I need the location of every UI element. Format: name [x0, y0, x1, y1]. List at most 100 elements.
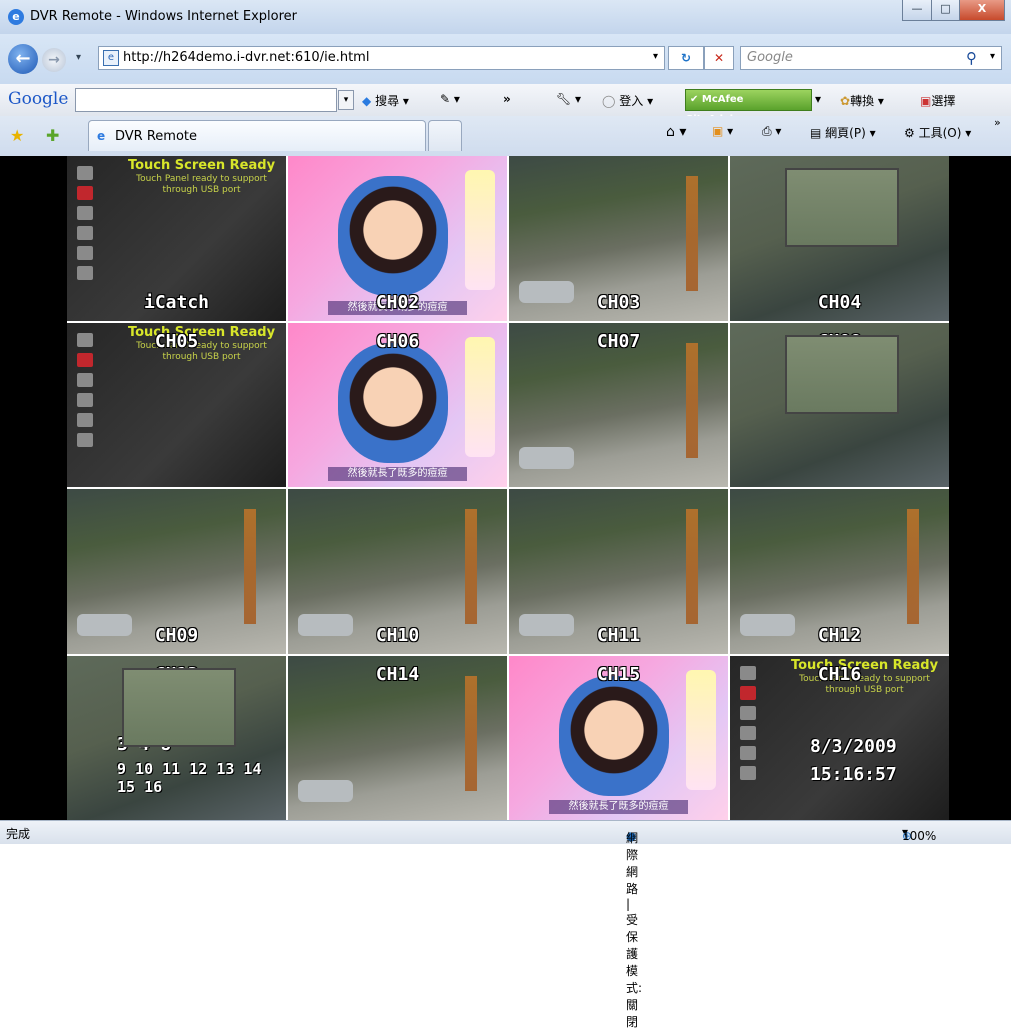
wrench-button[interactable]: 🔧︎ ▾ — [556, 92, 581, 106]
wrench-icon: 🔧︎ — [556, 92, 572, 106]
select-button[interactable]: ▣選擇 — [920, 92, 955, 109]
camera-tile[interactable]: Touch Screen Ready Touch Panel ready to s… — [67, 156, 286, 321]
dvr-viewer: Touch Screen Ready Touch Panel ready to s… — [0, 156, 1011, 820]
channel-label: CH04 — [817, 291, 862, 313]
tab-dvr-remote[interactable]: e DVR Remote — [88, 120, 426, 151]
more-button[interactable]: » — [503, 92, 511, 106]
camera-tile[interactable]: 然後就長了既多的痘痘 CH02 — [288, 156, 507, 321]
video-caption: 然後就長了既多的痘痘 — [328, 467, 467, 481]
channel-label: CH02 — [375, 291, 420, 313]
camera-tile[interactable]: CH04 — [730, 156, 949, 321]
camera-tile[interactable]: CH13 3 4 8 9 10 11 12 13 14 15 16 — [67, 655, 286, 820]
ie-logo-icon: e — [8, 9, 24, 25]
page-menu-icon: ▤ — [810, 126, 822, 140]
camera-tile[interactable]: Touch Screen Ready Touch Panel ready to s… — [67, 322, 286, 487]
video-frame — [559, 675, 669, 796]
camera-tile[interactable]: 然後就長了既多的痘痘 CH06 — [288, 322, 507, 487]
tools-menu[interactable]: ⚙ 工具(O) ▾ — [904, 124, 971, 141]
ie-page-icon: e — [97, 129, 106, 143]
siteadvisor-button[interactable]: ✔ McAfee SiteAdvisor — [685, 89, 812, 125]
dvr-time: 15:16:57 — [810, 763, 897, 785]
favorites-star-icon[interactable]: ★ — [10, 126, 24, 145]
add-favorites-icon[interactable]: ✚ — [46, 126, 59, 145]
channel-label: CH11 — [596, 624, 641, 646]
translate-button[interactable]: ✿轉換 ▾ — [840, 92, 884, 109]
google-search-input[interactable] — [75, 88, 337, 112]
history-dropdown[interactable]: ▾ — [76, 52, 81, 63]
alarm-channels-row1: 3 4 8 — [117, 733, 172, 755]
camera-tile[interactable]: CH10 — [288, 489, 507, 654]
rss-icon: ▣ — [712, 124, 724, 138]
maximize-button[interactable]: □ — [931, 0, 960, 21]
tab-bar: ★ ✚ e DVR Remote ⌂ ▾ ▣ ▾ ⎙ ▾ ▤ 網頁(P) ▾ ⚙… — [0, 116, 1011, 156]
channel-label: CH06 — [375, 330, 420, 352]
status-text: 完成 — [6, 827, 31, 841]
camera-tile[interactable]: CH14 — [288, 655, 507, 820]
status-bar: 完成 ● 網際網路 | 受保護模式: 關閉 ⊕ 100% ▾ — [0, 820, 1011, 1029]
printer-icon: ⎙ — [762, 124, 772, 138]
feeds-button[interactable]: ▣ ▾ — [712, 124, 733, 138]
back-button[interactable]: ← — [8, 44, 38, 74]
address-url[interactable]: http://h264demo.i-dvr.net:610/ie.html — [123, 50, 369, 65]
alarm-channels-row2: 9 10 11 12 13 14 15 16 — [117, 759, 262, 796]
search-icon[interactable]: ⚲ — [966, 49, 977, 67]
channel-label: CH10 — [375, 624, 420, 646]
channel-label: iCatch — [143, 291, 210, 313]
camera-tile[interactable]: Touch Screen Ready Touch Panel ready to s… — [730, 655, 949, 820]
close-button[interactable]: X — [959, 0, 1005, 21]
google-dropdown[interactable]: ▾ — [338, 90, 354, 110]
stop-button[interactable]: ✕ — [704, 46, 734, 70]
translate-icon: ✿ — [840, 94, 851, 108]
address-bar[interactable]: e http://h264demo.i-dvr.net:610/ie.html … — [98, 46, 665, 70]
pencil-icon: ✎ — [440, 92, 451, 106]
new-tab-button[interactable] — [428, 120, 462, 151]
video-frame — [686, 669, 716, 790]
home-icon: ⌂ — [666, 124, 675, 140]
highlight-button[interactable]: ✎ ▾ — [440, 92, 460, 106]
search-dropdown[interactable]: ▾ — [990, 51, 995, 62]
minimize-button[interactable]: — — [902, 0, 932, 21]
video-caption: 然後就長了既多的痘痘 — [549, 800, 688, 814]
touch-ready-text: Touch Screen Ready — [127, 158, 276, 173]
window-title: DVR Remote - Windows Internet Explorer — [30, 9, 297, 24]
home-button[interactable]: ⌂ ▾ — [666, 124, 686, 140]
page-icon: e — [103, 50, 119, 66]
print-button[interactable]: ⎙ ▾ — [762, 124, 781, 139]
camera-tile[interactable]: CH03 — [509, 156, 728, 321]
channel-label: CH15 — [596, 663, 641, 685]
google-toolbar: Google ▾ ◆ 搜尋 ▾ ✎ ▾ » 🔧︎ ▾ ◯ 登入 ▾ ✔ McAf… — [0, 84, 1011, 125]
google-search-icon: ◆ — [362, 94, 372, 108]
page-menu[interactable]: ▤ 網頁(P) ▾ — [810, 124, 876, 141]
channel-label: CH09 — [154, 624, 199, 646]
camera-tile[interactable]: 然後就長了既多的痘痘 CH15 — [509, 655, 728, 820]
channel-label: CH12 — [817, 624, 862, 646]
search-input[interactable]: Google — [747, 50, 793, 65]
forward-button[interactable]: → — [42, 48, 66, 72]
channel-label: CH16 — [817, 663, 862, 685]
refresh-button[interactable]: ↻ — [668, 46, 704, 70]
video-frame — [338, 342, 448, 463]
toolbar-overflow[interactable]: » — [994, 116, 1001, 129]
camera-tile[interactable]: CH07 — [509, 322, 728, 487]
video-frame — [465, 336, 495, 457]
camera-tile[interactable]: CH08 — [730, 322, 949, 487]
camera-tile[interactable]: CH12 — [730, 489, 949, 654]
channel-label: CH03 — [596, 291, 641, 313]
channel-label: CH05 — [154, 330, 199, 352]
title-bar: e DVR Remote - Windows Internet Explorer… — [0, 0, 1011, 34]
login-button[interactable]: ◯ 登入 ▾ — [602, 92, 653, 109]
camera-tile[interactable]: CH11 — [509, 489, 728, 654]
camera-grid: Touch Screen Ready Touch Panel ready to s… — [67, 156, 949, 820]
siteadvisor-dropdown[interactable]: ▾ — [815, 92, 821, 106]
search-box[interactable]: Google ⚲ ▾ — [740, 46, 1002, 70]
channel-label: CH14 — [375, 663, 420, 685]
zoom-level[interactable]: ⊕ 100% ▾ — [902, 825, 936, 843]
main-functions-menu — [71, 160, 99, 310]
google-search-button[interactable]: ◆ 搜尋 ▾ — [362, 92, 409, 109]
google-logo: Google — [8, 89, 69, 109]
gear-icon: ⚙ — [904, 126, 915, 140]
channel-label: CH08 — [817, 330, 862, 352]
address-dropdown[interactable]: ▾ — [653, 51, 658, 62]
camera-tile[interactable]: CH09 — [67, 489, 286, 654]
channel-label: CH07 — [596, 330, 641, 352]
